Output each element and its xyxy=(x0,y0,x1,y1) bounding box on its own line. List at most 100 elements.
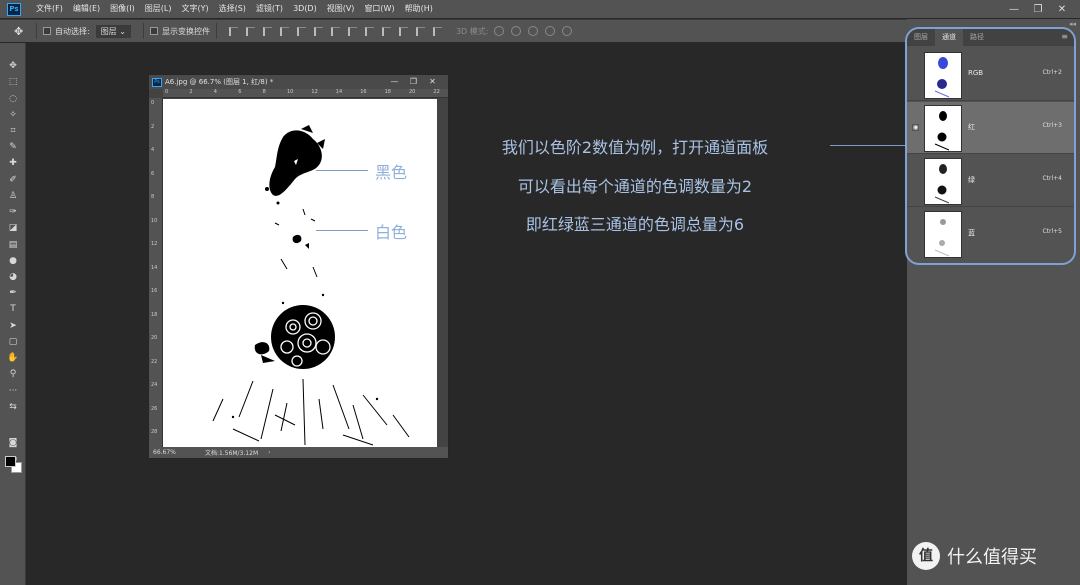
hand-tool-icon[interactable]: ✋ xyxy=(6,352,20,364)
3d-rotate-icon[interactable] xyxy=(494,26,505,36)
menu-window[interactable]: 窗口(W) xyxy=(359,0,399,18)
channel-row-rgb[interactable]: RGB Ctrl+2 xyxy=(907,49,1074,101)
menu-layer[interactable]: 图层(L) xyxy=(140,0,177,18)
show-transform-checkbox[interactable] xyxy=(149,27,158,35)
lasso-tool-icon[interactable]: ◌ xyxy=(6,93,20,105)
ruler-tick-label: 8 xyxy=(262,89,266,95)
crop-tool-icon[interactable]: ⌗ xyxy=(6,125,20,137)
visibility-toggle[interactable] xyxy=(912,177,919,184)
distribute-vcenter-icon[interactable] xyxy=(347,26,357,36)
distribute-right-icon[interactable] xyxy=(415,26,425,36)
shape-tool-icon[interactable]: ▢ xyxy=(6,336,20,348)
white-pointer-line xyxy=(316,230,368,231)
divider xyxy=(36,23,37,39)
eyedropper-tool-icon[interactable]: ✎ xyxy=(6,141,20,153)
doc-close-icon[interactable]: ✕ xyxy=(423,75,442,89)
explanation-line-2: 可以看出每个通道的色调数量为2 xyxy=(517,177,753,196)
pen-tool-icon[interactable]: ✒ xyxy=(6,287,20,299)
vertical-ruler[interactable]: 0 2 4 6 8 10 12 14 16 18 20 22 24 26 28 xyxy=(149,98,163,448)
zoom-level[interactable]: 66.67% xyxy=(153,449,193,456)
magic-wand-tool-icon[interactable]: ✧ xyxy=(6,109,20,121)
tab-channels[interactable]: 通道 xyxy=(935,29,963,46)
quick-mask-icon[interactable]: ◙ xyxy=(6,437,20,449)
doc-minimize-icon[interactable]: — xyxy=(385,75,404,89)
zoom-tool-icon[interactable]: ⚲ xyxy=(6,368,20,380)
eye-icon[interactable]: ◉ xyxy=(912,124,919,131)
menu-select[interactable]: 选择(S) xyxy=(214,0,251,18)
distribute-top-icon[interactable] xyxy=(330,26,340,36)
3d-scale-icon[interactable] xyxy=(562,26,573,36)
3d-roll-icon[interactable] xyxy=(511,26,522,36)
minimize-icon[interactable]: — xyxy=(1002,4,1026,15)
blur-tool-icon[interactable]: ● xyxy=(6,255,20,267)
brush-tool-icon[interactable]: ✐ xyxy=(6,174,20,186)
distribute-bottom-icon[interactable] xyxy=(364,26,374,36)
auto-select-dropdown[interactable]: 图层 ⌄ xyxy=(95,24,131,38)
dodge-tool-icon[interactable]: ◕ xyxy=(6,271,20,283)
channel-row-red[interactable]: ◉ 红 Ctrl+3 xyxy=(907,102,1074,154)
visibility-toggle[interactable] xyxy=(912,71,919,78)
align-vcenter-icon[interactable] xyxy=(245,26,255,36)
align-hcenter-icon[interactable] xyxy=(296,26,306,36)
thumbnail-image xyxy=(934,164,950,204)
explanation-line-1: 我们以色阶2数值为例，打开通道面板 xyxy=(501,138,769,157)
explanation-line-3: 即红绿蓝三通道的色调总量为6 xyxy=(525,215,745,234)
menu-3d[interactable]: 3D(D) xyxy=(288,0,322,18)
photoshop-window: Ps 文件(F) 编辑(E) 图像(I) 图层(L) 文字(Y) 选择(S) 滤… xyxy=(0,0,1080,585)
3d-pan-icon[interactable] xyxy=(528,26,539,36)
panel-tabs: 图层 通道 路径 xyxy=(907,29,1074,46)
history-brush-tool-icon[interactable]: ✑ xyxy=(6,206,20,218)
eraser-tool-icon[interactable]: ◪ xyxy=(6,222,20,234)
align-right-icon[interactable] xyxy=(313,26,323,36)
horizontal-ruler[interactable]: 0 2 4 6 8 10 12 14 16 18 20 22 xyxy=(163,89,448,98)
distribute-left-icon[interactable] xyxy=(381,26,391,36)
channel-row-green[interactable]: 绿 Ctrl+4 xyxy=(907,155,1074,207)
menu-filter[interactable]: 滤镜(T) xyxy=(251,0,288,18)
black-label: 黑色 xyxy=(375,163,408,182)
menu-view[interactable]: 视图(V) xyxy=(322,0,360,18)
menu-file[interactable]: 文件(F) xyxy=(31,0,68,18)
ruler-tick-label: 6 xyxy=(151,170,155,177)
ruler-tick-label: 22 xyxy=(151,358,158,365)
align-top-icon[interactable] xyxy=(228,26,238,36)
distribute-hcenter-icon[interactable] xyxy=(398,26,408,36)
channel-shortcut: Ctrl+2 xyxy=(1042,69,1062,76)
image-canvas[interactable] xyxy=(163,99,437,447)
move-tool-icon[interactable]: ✥ xyxy=(14,25,30,38)
move-tool-icon[interactable]: ✥ xyxy=(6,60,20,72)
menu-image[interactable]: 图像(I) xyxy=(105,0,140,18)
type-tool-icon[interactable]: T xyxy=(6,303,20,315)
channel-row-blue[interactable]: 蓝 Ctrl+5 xyxy=(907,208,1074,260)
3d-slide-icon[interactable] xyxy=(545,26,556,36)
show-transform-label: 显示变换控件 xyxy=(161,26,210,36)
marquee-tool-icon[interactable]: ⬚ xyxy=(6,76,20,88)
toolbox: ✥ ⬚ ◌ ✧ ⌗ ✎ ✚ ✐ ♙ ✑ ◪ ▤ ● ◕ ✒ T ➤ ▢ ✋ ⚲ … xyxy=(0,43,26,585)
chevron-right-icon[interactable]: › xyxy=(268,449,270,456)
menu-edit[interactable]: 编辑(E) xyxy=(68,0,105,18)
align-bottom-icon[interactable] xyxy=(262,26,272,36)
tab-paths[interactable]: 路径 xyxy=(963,29,991,46)
visibility-toggle[interactable] xyxy=(912,230,919,237)
auto-select-checkbox[interactable] xyxy=(43,27,51,35)
panel-menu-icon[interactable]: ≡ xyxy=(1061,32,1068,41)
auto-select-label: 自动选择: xyxy=(55,26,90,36)
auto-align-icon[interactable] xyxy=(432,26,442,36)
clone-stamp-tool-icon[interactable]: ♙ xyxy=(6,190,20,202)
ps-doc-icon: Ps xyxy=(152,77,162,87)
close-icon[interactable]: ✕ xyxy=(1050,4,1074,15)
doc-maximize-icon[interactable]: ❐ xyxy=(404,75,423,89)
align-left-icon[interactable] xyxy=(279,26,289,36)
more-tools-icon[interactable]: ··· xyxy=(6,385,20,397)
path-selection-tool-icon[interactable]: ➤ xyxy=(6,320,20,332)
restore-icon[interactable]: ❐ xyxy=(1026,4,1050,15)
document-tab[interactable]: Ps A6.jpg @ 66.7% (图层 1, 红/8) * — ❐ ✕ xyxy=(149,75,448,89)
gradient-tool-icon[interactable]: ▤ xyxy=(6,239,20,251)
healing-brush-tool-icon[interactable]: ✚ xyxy=(6,157,20,169)
ruler-tick-label: 0 xyxy=(165,89,169,95)
tab-layers[interactable]: 图层 xyxy=(907,29,935,46)
collapse-panels-icon[interactable]: ◂◂ xyxy=(1069,20,1076,28)
foreground-color-swatch[interactable] xyxy=(5,456,16,467)
menu-help[interactable]: 帮助(H) xyxy=(400,0,438,18)
menu-type[interactable]: 文字(Y) xyxy=(176,0,213,18)
swap-colors-icon[interactable]: ⇆ xyxy=(6,401,20,413)
